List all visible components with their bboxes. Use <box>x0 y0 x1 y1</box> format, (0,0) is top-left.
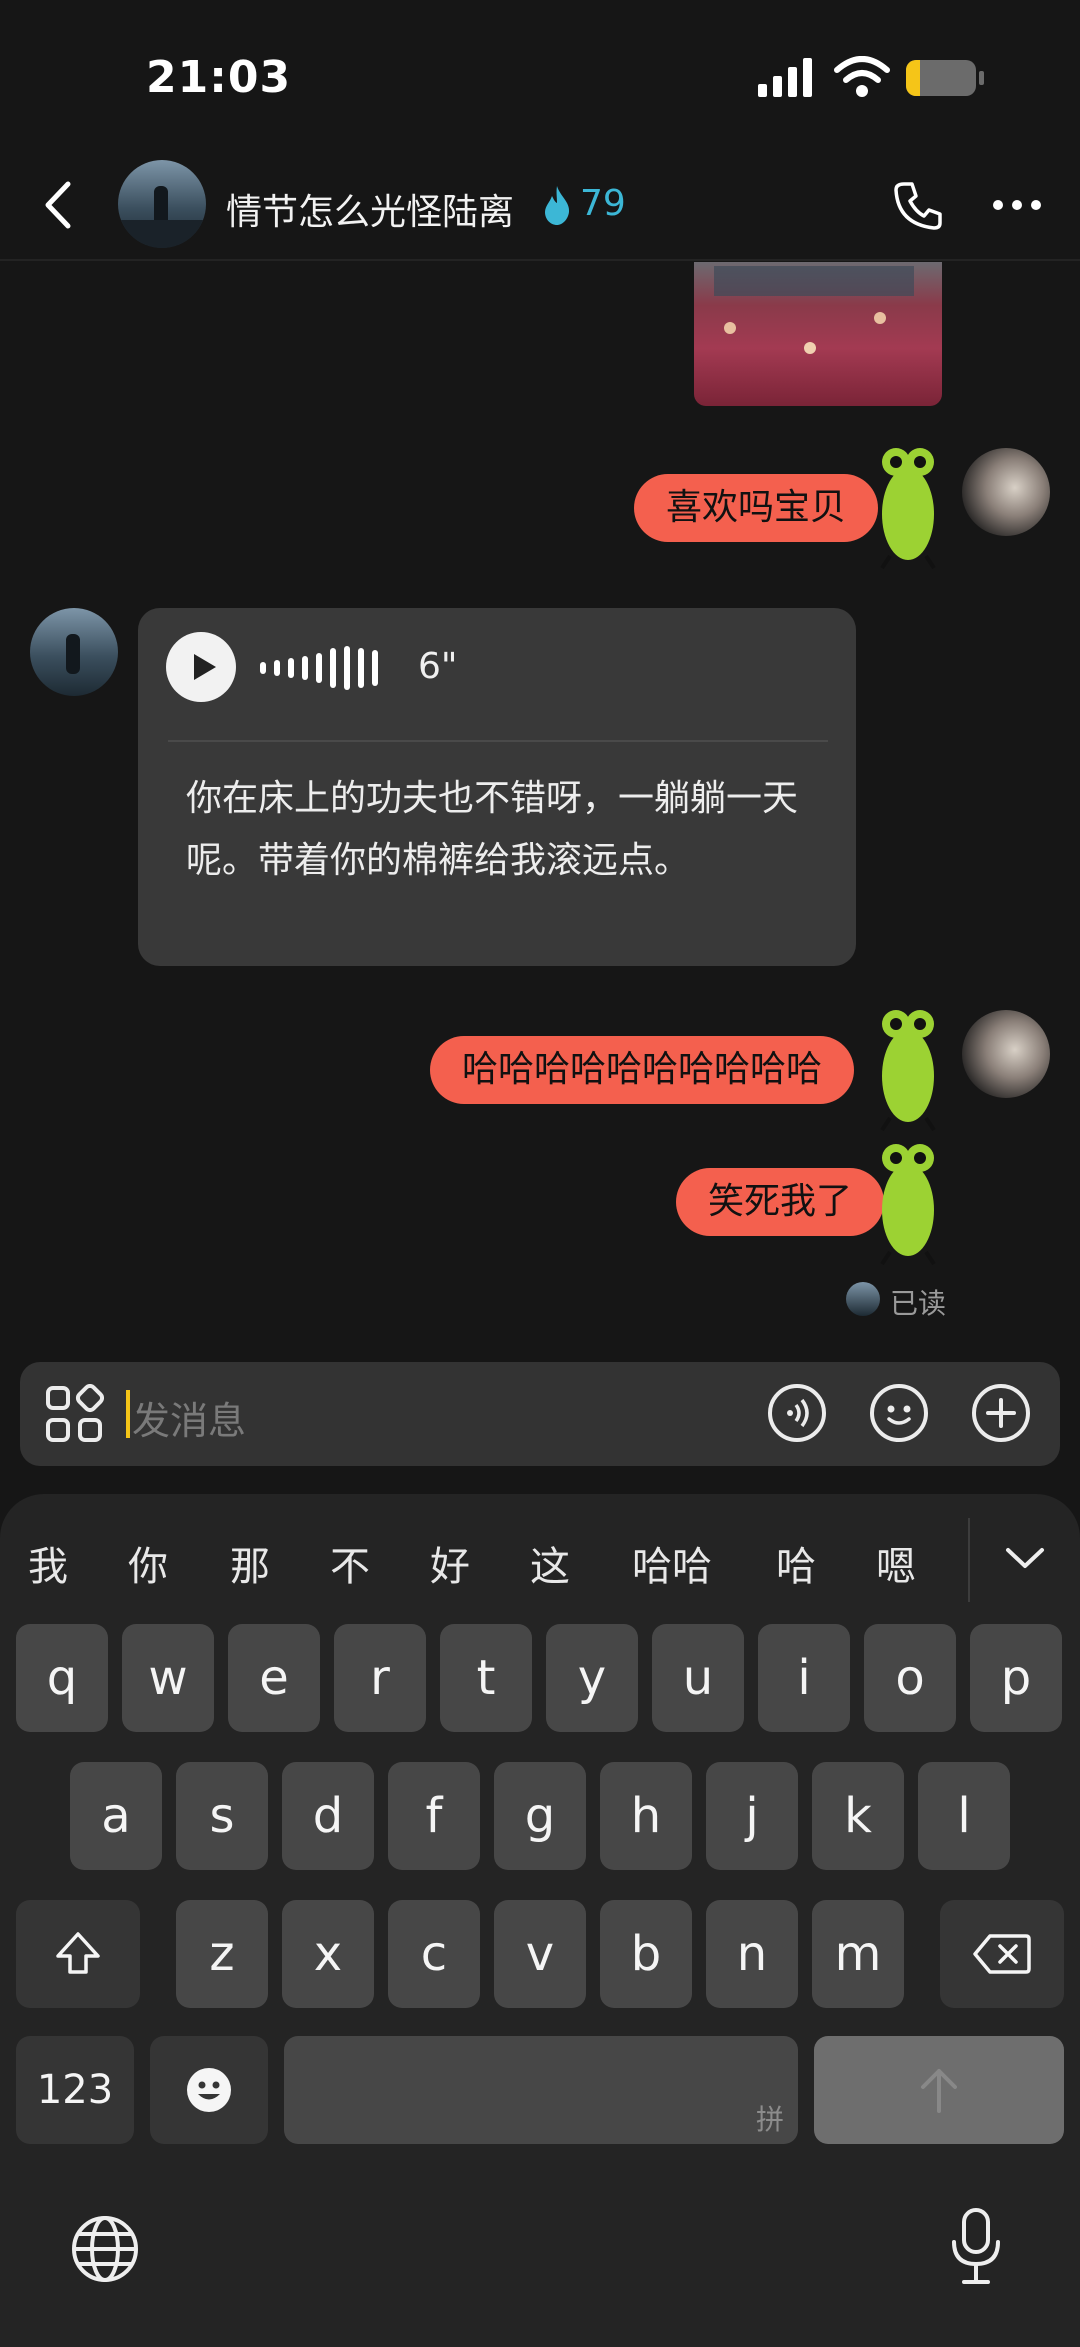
key-k[interactable]: k <box>812 1762 904 1870</box>
key-x[interactable]: x <box>282 1900 374 2008</box>
wifi-icon <box>834 56 890 97</box>
flame-icon <box>545 186 570 225</box>
candidate-word[interactable]: 这 <box>530 1534 570 1592</box>
key-a[interactable]: a <box>70 1762 162 1870</box>
key-p[interactable]: p <box>970 1624 1062 1732</box>
key-y[interactable]: y <box>546 1624 638 1732</box>
arrow-up-icon <box>921 2069 957 2113</box>
text-caret <box>126 1390 130 1438</box>
chevron-down-icon[interactable] <box>1004 1544 1046 1572</box>
backspace-icon <box>973 1934 1031 1974</box>
emoji-icon <box>187 2068 231 2112</box>
frog-sticker-icon <box>880 448 936 570</box>
more-icon[interactable] <box>992 198 1042 212</box>
voice-duration: 6" <box>418 646 458 687</box>
key-z[interactable]: z <box>176 1900 268 2008</box>
message-input[interactable]: 发消息 <box>132 1390 246 1445</box>
candidate-word[interactable]: 哈 <box>776 1534 816 1592</box>
send-key[interactable] <box>814 2036 1064 2144</box>
key-j[interactable]: j <box>706 1762 798 1870</box>
key-l[interactable]: l <box>918 1762 1010 1870</box>
my-avatar[interactable] <box>962 448 1050 536</box>
key-s[interactable]: s <box>176 1762 268 1870</box>
read-avatar <box>846 1282 880 1316</box>
candidate-word[interactable]: 你 <box>128 1534 168 1592</box>
emoji-key[interactable] <box>150 2036 268 2144</box>
header-divider <box>0 259 1080 261</box>
globe-icon[interactable] <box>70 2214 140 2284</box>
candidate-word[interactable]: 好 <box>430 1534 470 1592</box>
apps-icon[interactable] <box>44 1384 104 1444</box>
battery-icon <box>906 60 976 96</box>
frog-sticker-icon <box>880 1010 936 1132</box>
read-receipt: 已读 <box>890 1287 947 1320</box>
play-icon <box>194 654 216 680</box>
chat-title[interactable]: 情节怎么光怪陆离 <box>226 183 514 235</box>
outgoing-message-2[interactable]: 哈哈哈哈哈哈哈哈哈哈 <box>430 1036 855 1104</box>
microphone-icon[interactable] <box>948 2206 1004 2286</box>
signal-icon <box>758 58 812 97</box>
key-o[interactable]: o <box>864 1624 956 1732</box>
back-icon[interactable] <box>40 180 76 230</box>
candidate-divider <box>968 1518 970 1602</box>
candidate-word[interactable]: 哈哈 <box>632 1534 712 1592</box>
key-t[interactable]: t <box>440 1624 532 1732</box>
key-r[interactable]: r <box>334 1624 426 1732</box>
voice-divider <box>168 740 828 742</box>
outgoing-message-3[interactable]: 笑死我了 <box>676 1168 885 1236</box>
key-e[interactable]: e <box>228 1624 320 1732</box>
numbers-key[interactable]: 123 <box>16 2036 134 2144</box>
key-w[interactable]: w <box>122 1624 214 1732</box>
contact-avatar[interactable] <box>118 160 206 248</box>
emoji-button[interactable] <box>870 1384 928 1442</box>
key-c[interactable]: c <box>388 1900 480 2008</box>
candidate-word[interactable]: 我 <box>28 1534 68 1592</box>
my-avatar[interactable] <box>962 1010 1050 1098</box>
key-m[interactable]: m <box>812 1900 904 2008</box>
smiley-icon <box>887 1405 911 1425</box>
key-v[interactable]: v <box>494 1900 586 2008</box>
key-b[interactable]: b <box>600 1900 692 2008</box>
waveform-icon <box>260 646 378 690</box>
key-g[interactable]: g <box>494 1762 586 1870</box>
plus-button[interactable] <box>972 1384 1030 1442</box>
key-i[interactable]: i <box>758 1624 850 1732</box>
key-d[interactable]: d <box>282 1762 374 1870</box>
key-f[interactable]: f <box>388 1762 480 1870</box>
voice-wave-icon <box>787 1398 809 1428</box>
candidate-word[interactable]: 那 <box>230 1534 270 1592</box>
voice-input-button[interactable] <box>768 1384 826 1442</box>
candidate-word[interactable]: 不 <box>330 1534 370 1592</box>
shift-icon <box>56 1932 100 1974</box>
shift-key[interactable] <box>16 1900 140 2008</box>
key-q[interactable]: q <box>16 1624 108 1732</box>
voice-transcript: 你在床上的功夫也不错呀，一躺躺一天呢。带着你的棉裤给我滚远点。 <box>186 778 799 881</box>
outgoing-message-1[interactable]: 喜欢吗宝贝 <box>634 474 879 542</box>
phone-icon[interactable] <box>892 180 944 232</box>
pinyin-hint: 拼 <box>756 2103 785 2136</box>
backspace-key[interactable] <box>940 1900 1064 2008</box>
intimacy-score: 79 <box>580 183 626 224</box>
photo-message[interactable] <box>694 262 942 406</box>
play-button[interactable] <box>166 632 236 702</box>
status-time: 21:03 <box>146 52 292 103</box>
candidate-word[interactable]: 嗯 <box>876 1534 916 1592</box>
space-key[interactable] <box>284 2036 798 2144</box>
frog-sticker-icon <box>880 1144 936 1266</box>
key-h[interactable]: h <box>600 1762 692 1870</box>
key-n[interactable]: n <box>706 1900 798 2008</box>
key-u[interactable]: u <box>652 1624 744 1732</box>
contact-avatar-small[interactable] <box>30 608 118 696</box>
plus-icon <box>986 1398 1016 1428</box>
